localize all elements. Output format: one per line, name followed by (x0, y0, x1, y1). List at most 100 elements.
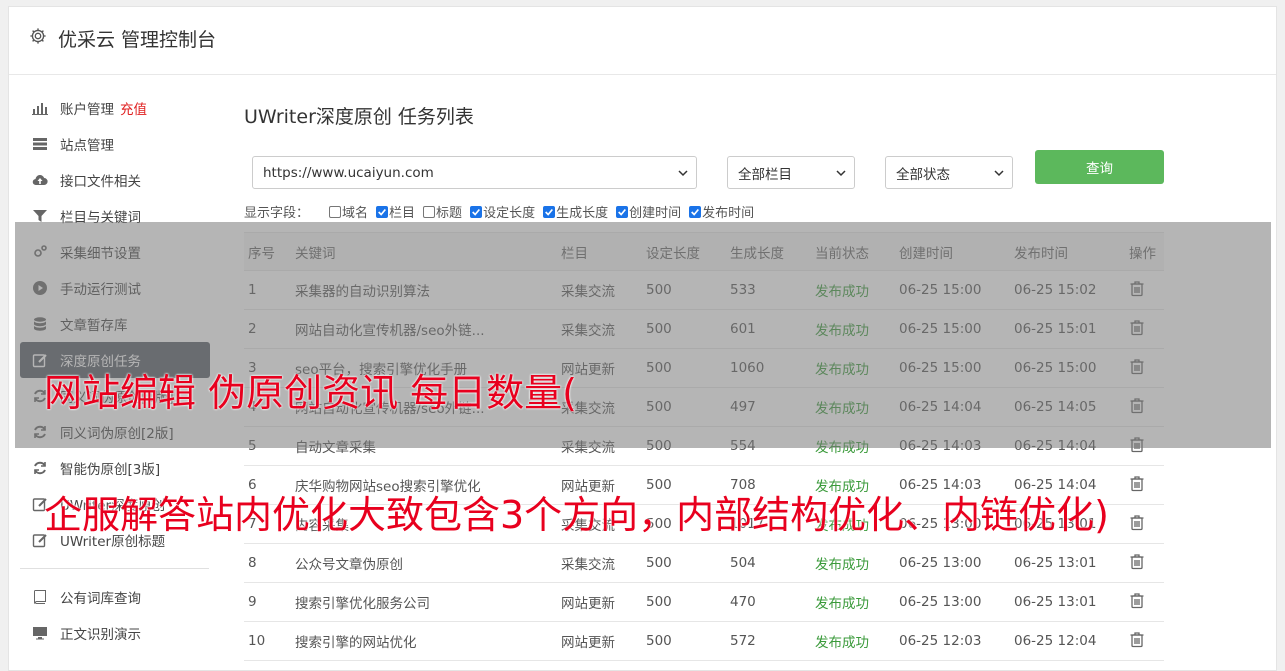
sidebar-item[interactable]: 账户管理 充值 (20, 90, 210, 126)
sidebar-item-label: 手动运行测试 (60, 282, 141, 298)
field-checkbox[interactable]: 栏目 (376, 202, 415, 221)
status-select-value: 全部状态 (896, 166, 950, 183)
table-cell: 06-25 12:03 (895, 621, 1010, 661)
table-cell: 网站更新 (557, 621, 642, 661)
table-cell: 497 (726, 387, 811, 427)
sidebar-item[interactable]: 采集细节设置 (20, 234, 210, 270)
table-cell: 06-25 13:00 (895, 543, 1010, 583)
field-checkbox-label: 栏目 (389, 206, 416, 221)
checkbox-checked-icon (376, 205, 389, 218)
trash-icon[interactable] (1129, 592, 1145, 609)
action-cell (1125, 582, 1164, 622)
sidebar-item[interactable]: 接口文件相关 (20, 162, 210, 198)
table-cell: 采集器的自动识别算法 (291, 270, 557, 310)
caption-line-2: 企服解答站内优化大致包含3个方向，内部结构优化、内链优化) (44, 493, 1110, 537)
status-cell: 发布成功 (811, 621, 895, 661)
table-cell: 06-25 14:05 (1010, 387, 1125, 427)
checkbox-checked-icon (543, 205, 556, 218)
table-cell: 06-25 12:04 (1010, 621, 1125, 661)
table-cell: 1060 (726, 348, 811, 388)
status-cell: 发布成功 (811, 270, 895, 310)
status-cell: 发布成功 (811, 348, 895, 388)
table-cell: 500 (642, 309, 726, 349)
status-cell: 发布成功 (811, 582, 895, 622)
table-cell: 自动文章采集 (291, 426, 557, 466)
checkbox-checked-icon (470, 205, 483, 218)
column-header: 栏目 (557, 232, 642, 271)
status-cell: 发布成功 (811, 309, 895, 349)
sidebar-item[interactable]: 正文识别演示 (20, 615, 210, 651)
site-select[interactable]: https://www.ucaiyun.com (252, 156, 697, 189)
sidebar-item[interactable]: 智能伪原创[3版] (20, 450, 210, 486)
trash-icon[interactable] (1129, 631, 1145, 648)
query-button[interactable]: 查询 (1035, 150, 1164, 184)
recharge-link[interactable]: 充值 (120, 98, 147, 118)
sidebar-item-label: 智能伪原创[3版] (60, 462, 161, 478)
table-cell: 06-25 14:04 (895, 387, 1010, 427)
table-cell: 554 (726, 426, 811, 466)
trash-icon[interactable] (1129, 436, 1145, 453)
field-checkbox-label: 生成长度 (556, 206, 609, 221)
column-select[interactable]: 全部栏目 (727, 156, 855, 189)
table-cell: 500 (642, 348, 726, 388)
chevron-down-icon (994, 170, 1004, 177)
table-cell: 504 (726, 543, 811, 583)
table-cell: 采集交流 (557, 426, 642, 466)
trash-icon[interactable] (1129, 553, 1145, 570)
chevron-down-icon (678, 170, 688, 177)
table-row: 1 采集器的自动识别算法 采集交流 500 533 发布成功 06-25 15:00 06-2… (244, 270, 1164, 310)
field-checkbox[interactable]: 生成长度 (543, 202, 608, 221)
table-cell: 06-25 15:00 (1010, 348, 1125, 388)
sidebar-item[interactable]: 文章暂存库 (20, 306, 210, 342)
table-cell: 9 (244, 582, 291, 622)
sidebar-item-label: 采集细节设置 (60, 246, 141, 262)
action-cell (1125, 426, 1164, 466)
table-cell: 533 (726, 270, 811, 310)
field-checkbox-label: 创建时间 (629, 206, 682, 221)
sidebar-divider (20, 568, 209, 569)
field-checkbox[interactable]: 设定长度 (470, 202, 535, 221)
checkbox-empty-icon (329, 205, 342, 218)
table-row: 9 搜索引擎优化服务公司 网站更新 500 470 发布成功 06-25 13:00 06-2… (244, 582, 1164, 622)
caption-line-1: 网站编辑 伪原创资讯 每日数量( (44, 371, 577, 415)
column-header: 关键词 (291, 232, 557, 271)
sidebar-item-label: 栏目与关键词 (60, 210, 141, 226)
sidebar-item[interactable]: 站点管理 (20, 126, 210, 162)
trash-icon[interactable] (1129, 397, 1145, 414)
checkbox-checked-icon (689, 205, 702, 218)
sidebar-item[interactable]: 公有词库查询 (20, 579, 210, 615)
field-checkbox[interactable]: 发布时间 (689, 202, 754, 221)
sidebar-item[interactable]: 手动运行测试 (20, 270, 210, 306)
table-cell: 500 (642, 621, 726, 661)
site-select-value: https://www.ucaiyun.com (263, 164, 434, 181)
field-checkbox[interactable]: 创建时间 (616, 202, 681, 221)
table-cell: 5 (244, 426, 291, 466)
sidebar-item[interactable]: 同义词伪原创[2版] (20, 414, 210, 450)
table-cell: 500 (642, 387, 726, 427)
trash-icon[interactable] (1129, 319, 1145, 336)
table-row: 10 搜索引擎的网站优化 网站更新 500 572 发布成功 06-25 12:03 06-2… (244, 621, 1164, 661)
trash-icon[interactable] (1129, 514, 1145, 531)
trash-icon[interactable] (1129, 475, 1145, 492)
table-cell: 1 (244, 270, 291, 310)
column-header: 发布时间 (1010, 232, 1125, 271)
app-title: 优采云 管理控制台 (58, 29, 217, 51)
table-cell: 采集交流 (557, 270, 642, 310)
field-checkbox[interactable]: 域名 (329, 202, 368, 221)
table-cell: 500 (642, 582, 726, 622)
trash-icon[interactable] (1129, 280, 1145, 297)
status-cell: 发布成功 (811, 426, 895, 466)
table-cell: 06-25 13:01 (1010, 543, 1125, 583)
action-cell (1125, 309, 1164, 349)
action-cell (1125, 270, 1164, 310)
trash-icon[interactable] (1129, 358, 1145, 375)
table-cell: 06-25 13:00 (895, 582, 1010, 622)
table-header-row: 序号 关键词 栏目 设定长度 生成长度 当前状态 创建时间 发布时间 操作 (244, 232, 1164, 271)
monitor-icon (32, 625, 48, 641)
book-icon (32, 589, 48, 605)
sidebar-item[interactable]: 栏目与关键词 (20, 198, 210, 234)
display-fields-label: 显示字段： (244, 206, 310, 221)
field-checkbox[interactable]: 标题 (423, 202, 462, 221)
status-select[interactable]: 全部状态 (885, 156, 1013, 189)
column-select-value: 全部栏目 (738, 166, 792, 183)
